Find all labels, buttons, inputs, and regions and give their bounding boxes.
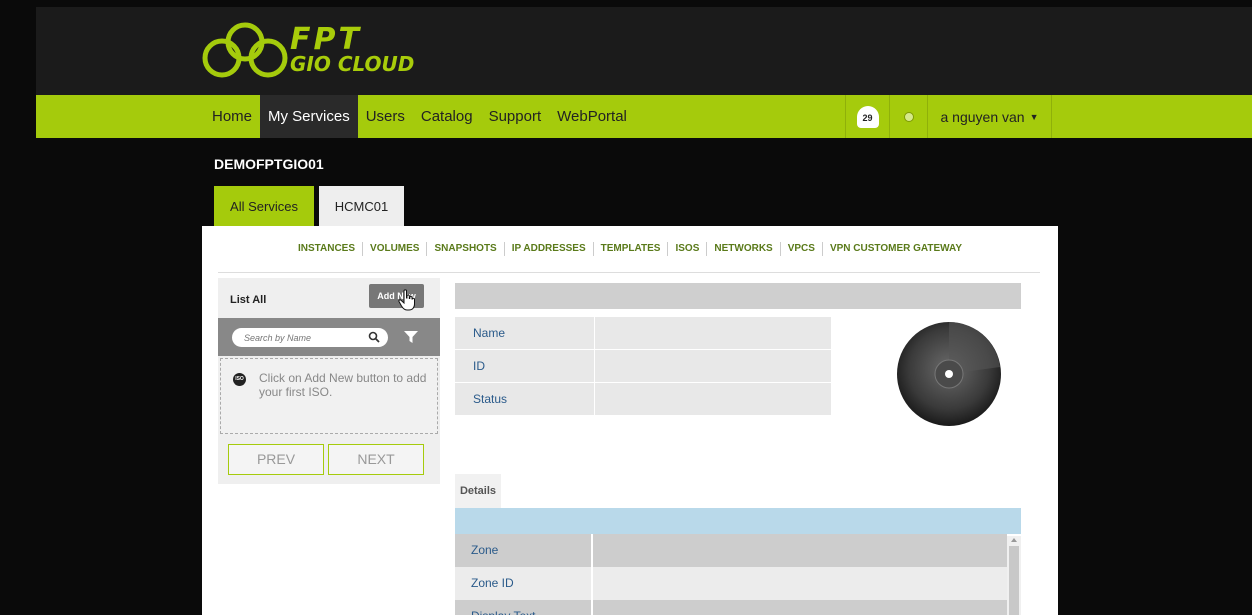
search-box <box>232 328 388 347</box>
subnav-volumes[interactable]: VOLUMES <box>363 242 428 256</box>
detail-value <box>593 600 1007 615</box>
main-menu: Home My Services Users Catalog Support W… <box>204 95 635 138</box>
scrollbar-thumb[interactable] <box>1009 546 1019 615</box>
search-input[interactable] <box>244 330 364 345</box>
service-subnav: INSTANCES VOLUMES SNAPSHOTS IP ADDRESSES… <box>202 226 1058 272</box>
detail-label: Display Text <box>455 600 593 615</box>
notification-count: 29 <box>862 112 873 123</box>
iso-disc-icon <box>897 322 1001 426</box>
notifications-button[interactable]: 29 <box>845 95 889 138</box>
next-button[interactable]: NEXT <box>328 444 424 475</box>
info-value <box>595 350 831 382</box>
top-band <box>0 0 1252 7</box>
scroll-up-icon[interactable] <box>1011 538 1017 542</box>
main-navbar: Home My Services Users Catalog Support W… <box>36 95 1252 138</box>
details-table: Zone Zone ID Display Text <box>455 534 1007 615</box>
info-value <box>595 383 831 415</box>
search-bar <box>218 318 440 356</box>
nav-support[interactable]: Support <box>481 95 550 138</box>
iso-info-table: Name ID Status <box>455 317 831 416</box>
nav-my-services[interactable]: My Services <box>260 95 358 138</box>
subnav-isos[interactable]: ISOS <box>668 242 708 256</box>
list-title: List All <box>230 294 267 306</box>
detail-value <box>593 534 1007 567</box>
info-label: Status <box>455 383 595 415</box>
user-name: a nguyen van <box>940 108 1025 125</box>
info-value <box>595 317 831 349</box>
caret-down-icon: ▼ <box>1029 111 1039 122</box>
nav-home[interactable]: Home <box>204 95 260 138</box>
detail-row-zone: Zone <box>455 534 1007 567</box>
nav-catalog[interactable]: Catalog <box>413 95 481 138</box>
details-scrollbar[interactable] <box>1007 536 1021 615</box>
tab-details[interactable]: Details <box>455 474 501 508</box>
user-menu[interactable]: a nguyen van ▼ <box>927 95 1052 138</box>
status-dot-icon <box>903 111 914 122</box>
subnav-networks[interactable]: NETWORKS <box>707 242 781 256</box>
detail-row-zone-id: Zone ID <box>455 567 1007 600</box>
nav-users[interactable]: Users <box>358 95 413 138</box>
tab-all-services[interactable]: All Services <box>214 186 314 226</box>
details-header-bar <box>455 508 1021 534</box>
info-row-id: ID <box>455 350 831 383</box>
subnav-templates[interactable]: TEMPLATES <box>594 242 669 256</box>
domain-name: DEMOFPTGIO01 <box>214 156 324 172</box>
bell-icon: 29 <box>856 105 879 128</box>
empty-message: Click on Add New button to add your firs… <box>259 371 427 399</box>
info-label: Name <box>455 317 595 349</box>
info-row-name: Name <box>455 317 831 350</box>
detail-label: Zone <box>455 534 593 567</box>
hand-cursor-icon <box>398 289 415 311</box>
info-row-status: Status <box>455 383 831 416</box>
search-icon[interactable] <box>368 331 380 343</box>
detail-row-display-text: Display Text <box>455 600 1007 615</box>
info-label: ID <box>455 350 595 382</box>
subnav-instances[interactable]: INSTANCES <box>291 242 364 256</box>
prev-button[interactable]: PREV <box>228 444 324 475</box>
brand-line2: GIO CLOUD <box>290 52 415 76</box>
subnav-vpcs[interactable]: VPCS <box>781 242 823 256</box>
subnav-divider <box>218 272 1040 273</box>
navbar-right: 29 a nguyen van ▼ <box>845 95 1052 138</box>
iso-disc-icon: ISO <box>233 373 246 386</box>
detail-label: Zone ID <box>455 567 593 600</box>
tab-hcmc01[interactable]: HCMC01 <box>319 186 404 226</box>
detail-value <box>593 567 1007 600</box>
empty-state: ISO Click on Add New button to add your … <box>220 358 438 434</box>
subnav-vpn-customer-gateway[interactable]: VPN CUSTOMER GATEWAY <box>823 242 969 256</box>
brand-logo[interactable]: FPT GIO CLOUD <box>200 20 420 80</box>
cloud-logo-icon <box>202 22 288 78</box>
nav-webportal[interactable]: WebPortal <box>549 95 635 138</box>
detail-title-bar <box>455 283 1021 309</box>
filter-icon[interactable] <box>404 330 418 344</box>
subnav-snapshots[interactable]: SNAPSHOTS <box>427 242 505 256</box>
services-panel: INSTANCES VOLUMES SNAPSHOTS IP ADDRESSES… <box>202 226 1058 615</box>
status-indicator[interactable] <box>889 95 927 138</box>
subnav-ip-addresses[interactable]: IP ADDRESSES <box>505 242 594 256</box>
